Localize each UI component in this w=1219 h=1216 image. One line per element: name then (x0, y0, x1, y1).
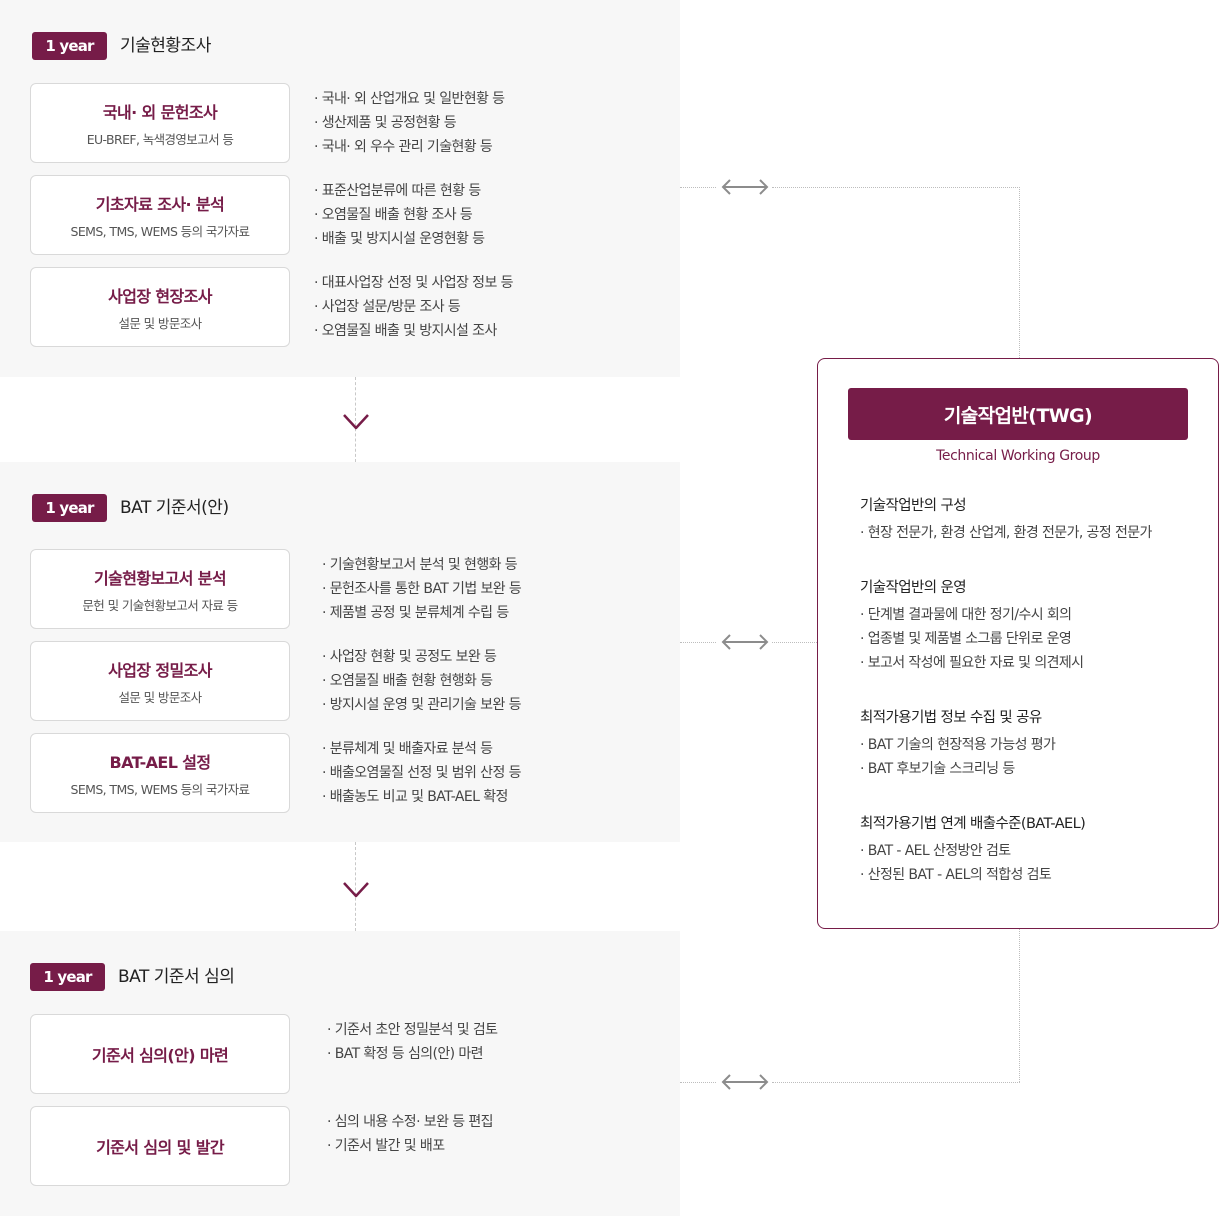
detail-item: 생산제품 및 공정현황 등 (314, 111, 504, 135)
chevron-down-icon (343, 414, 369, 430)
twg-item: 업종별 및 제품별 소그룹 단위로 운영 (860, 627, 1083, 651)
detail-item: 배출농도 비교 및 BAT-AEL 확정 (322, 785, 521, 809)
step-title: 기준서 심의(안) 마련 (91, 1046, 229, 1065)
detail-item: 국내· 외 우수 관리 기술현황 등 (314, 135, 504, 159)
step-subtitle: SEMS, TMS, WEMS 등의 국가자료 (70, 223, 251, 239)
step-title: 기초자료 조사· 분석 (95, 194, 225, 214)
twg-item: 산정된 BAT - AEL의 적합성 검토 (860, 863, 1052, 887)
link-line (1019, 929, 1020, 1082)
stage-bat-review: 1 year BAT 기준서 심의 기준서 심의(안) 마련 기준서 초안 정밀… (0, 931, 680, 1216)
detail-item: 사업장 설문/방문 조사 등 (314, 295, 513, 319)
step-box: 기준서 심의 및 발간 (30, 1106, 290, 1186)
step-details: 사업장 현황 및 공정도 보완 등 오염물질 배출 현황 현행화 등 방지시설 … (322, 645, 522, 717)
twg-subtitle: Technical Working Group (936, 448, 1100, 464)
step-title: 사업장 정밀조사 (108, 660, 212, 680)
stage-title: BAT 기준서(안) (120, 498, 229, 518)
twg-item: 현장 전문가, 환경 산업계, 환경 전문가, 공정 전문가 (860, 521, 1153, 545)
link-line (680, 187, 716, 188)
detail-item: 기술현황보고서 분석 및 현행화 등 (322, 553, 521, 577)
detail-item: 국내· 외 산업개요 및 일반현황 등 (314, 87, 505, 111)
twg-block-title: 최적가용기법 정보 수집 및 공유 (860, 710, 1042, 726)
link-line (1019, 187, 1020, 358)
step-details: 대표사업장 선정 및 사업장 정보 등 사업장 설문/방문 조사 등 오염물질 … (314, 271, 514, 343)
detail-item: 문헌조사를 통한 BAT 기법 보완 등 (322, 577, 522, 601)
detail-item: 방지시설 운영 및 관리기술 보완 등 (322, 693, 522, 717)
detail-item: 표준산업분류에 따른 현황 등 (314, 179, 484, 203)
double-arrow-icon (721, 179, 769, 195)
step-box: BAT-AEL 설정 SEMS, TMS, WEMS 등의 국가자료 (30, 733, 290, 813)
stage-bat-draft: 1 year BAT 기준서(안) 기술현황보고서 분석 문헌 및 기술현황보고… (0, 462, 680, 842)
step-box: 기준서 심의(안) 마련 (30, 1014, 290, 1094)
step-details: 기준서 초안 정밀분석 및 검토 BAT 확정 등 심의(안) 마련 (327, 1018, 498, 1066)
step-title: 기술현황보고서 분석 (93, 568, 227, 588)
stage-technology-survey: 1 year 기술현황조사 국내· 외 문헌조사 EU-BREF, 녹색경영보고… (0, 0, 680, 377)
twg-title: 기술작업반(TWG) (848, 388, 1188, 440)
double-arrow-icon (721, 1074, 769, 1090)
step-box: 사업장 정밀조사 설문 및 방문조사 (30, 641, 290, 721)
step-details: 국내· 외 산업개요 및 일반현황 등 생산제품 및 공정현황 등 국내· 외 … (314, 87, 505, 159)
detail-item: 오염물질 배출 및 방지시설 조사 (314, 319, 513, 343)
detail-item: BAT 확정 등 심의(안) 마련 (327, 1042, 497, 1066)
year-badge: 1 year (32, 32, 107, 60)
link-line (772, 642, 817, 643)
step-subtitle: 문헌 및 기술현황보고서 자료 등 (82, 597, 238, 613)
detail-item: 기준서 초안 정밀분석 및 검토 (327, 1018, 498, 1042)
detail-item: 사업장 현황 및 공정도 보완 등 (322, 645, 521, 669)
link-line (772, 187, 1020, 188)
step-box: 기술현황보고서 분석 문헌 및 기술현황보고서 자료 등 (30, 549, 290, 629)
detail-item: 오염물질 배출 현황 조사 등 (314, 203, 484, 227)
detail-item: 배출오염물질 선정 및 범위 산정 등 (322, 761, 522, 785)
step-subtitle: SEMS, TMS, WEMS 등의 국가자료 (70, 781, 251, 797)
chevron-down-icon (343, 882, 369, 898)
double-arrow-icon (721, 634, 769, 650)
link-line (680, 642, 716, 643)
step-title: BAT-AEL 설정 (109, 752, 211, 772)
step-title: 국내· 외 문헌조사 (102, 102, 218, 122)
twg-block-title: 최적가용기법 연계 배출수준(BAT-AEL) (860, 816, 1086, 832)
step-box: 기초자료 조사· 분석 SEMS, TMS, WEMS 등의 국가자료 (30, 175, 290, 255)
year-badge: 1 year (32, 494, 107, 522)
year-badge: 1 year (30, 963, 105, 991)
detail-item: 심의 내용 수정· 보완 등 편집 (327, 1110, 494, 1134)
step-box: 사업장 현장조사 설문 및 방문조사 (30, 267, 290, 347)
twg-block-title: 기술작업반의 운영 (860, 580, 967, 596)
stage-title: BAT 기준서 심의 (118, 967, 235, 987)
twg-panel: 기술작업반(TWG) Technical Working Group 기술작업반… (817, 358, 1219, 929)
step-subtitle: 설문 및 방문조사 (118, 689, 202, 705)
step-details: 심의 내용 수정· 보완 등 편집 기준서 발간 및 배포 (327, 1110, 494, 1158)
detail-item: 오염물질 배출 현황 현행화 등 (322, 669, 521, 693)
detail-item: 배출 및 방지시설 운영현황 등 (314, 227, 485, 251)
detail-item: 기준서 발간 및 배포 (327, 1134, 493, 1158)
step-subtitle: EU-BREF, 녹색경영보고서 등 (86, 131, 234, 147)
twg-block-items: BAT - AEL 산정방안 검토 산정된 BAT - AEL의 적합성 검토 (860, 839, 1052, 887)
twg-item: BAT 기술의 현장적용 가능성 평가 (860, 733, 1056, 757)
step-details: 표준산업분류에 따른 현황 등 오염물질 배출 현황 조사 등 배출 및 방지시… (314, 179, 485, 251)
step-title: 사업장 현장조사 (108, 286, 212, 306)
link-line (772, 1082, 1020, 1083)
step-details: 분류체계 및 배출자료 분석 등 배출오염물질 선정 및 범위 산정 등 배출농… (322, 737, 522, 809)
twg-block-items: 현장 전문가, 환경 산업계, 환경 전문가, 공정 전문가 (860, 521, 1153, 545)
twg-item: 단계별 결과물에 대한 정기/수시 회의 (860, 603, 1083, 627)
twg-block-title: 기술작업반의 구성 (860, 498, 967, 514)
twg-item: BAT 후보기술 스크리닝 등 (860, 757, 1055, 781)
detail-item: 대표사업장 선정 및 사업장 정보 등 (314, 271, 514, 295)
link-line (680, 1082, 716, 1083)
step-title: 기준서 심의 및 발간 (96, 1138, 224, 1157)
twg-item: 보고서 작성에 필요한 자료 및 의견제시 (860, 651, 1084, 675)
detail-item: 제품별 공정 및 분류체계 수립 등 (322, 601, 521, 625)
step-box: 국내· 외 문헌조사 EU-BREF, 녹색경영보고서 등 (30, 83, 290, 163)
twg-block-items: 단계별 결과물에 대한 정기/수시 회의 업종별 및 제품별 소그룹 단위로 운… (860, 603, 1084, 675)
stage-title: 기술현황조사 (120, 36, 211, 56)
step-subtitle: 설문 및 방문조사 (118, 315, 202, 331)
step-details: 기술현황보고서 분석 및 현행화 등 문헌조사를 통한 BAT 기법 보완 등 … (322, 553, 522, 625)
twg-item: BAT - AEL 산정방안 검토 (860, 839, 1051, 863)
detail-item: 분류체계 및 배출자료 분석 등 (322, 737, 521, 761)
twg-block-items: BAT 기술의 현장적용 가능성 평가 BAT 후보기술 스크리닝 등 (860, 733, 1056, 781)
